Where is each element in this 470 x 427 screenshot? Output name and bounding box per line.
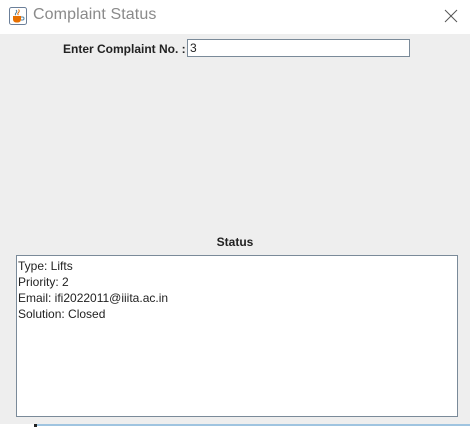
java-coffee-cup-icon: [9, 7, 27, 25]
close-icon: [444, 9, 458, 23]
status-line-type: Type: Lifts: [18, 259, 73, 273]
complaint-number-input[interactable]: [187, 39, 410, 57]
status-line-priority: Priority: 2: [18, 275, 69, 289]
complaint-number-label: Enter Complaint No. :: [63, 42, 186, 56]
status-heading: Status: [216, 235, 254, 249]
status-line-solution: Solution: Closed: [18, 307, 106, 321]
taskbar-accent-line: [36, 424, 470, 426]
window-title: Complaint Status: [33, 6, 157, 23]
content-panel: Enter Complaint No. : Status Type: Lifts…: [0, 34, 470, 424]
close-button[interactable]: [440, 5, 462, 27]
complaint-status-window: Complaint Status Enter Complaint No. : S…: [0, 0, 470, 427]
title-bar: Complaint Status: [0, 0, 470, 34]
status-line-email: Email: ifi2022011@iiita.ac.in: [18, 291, 169, 305]
status-text-area[interactable]: Type: Lifts Priority: 2 Email: ifi202201…: [16, 255, 458, 417]
